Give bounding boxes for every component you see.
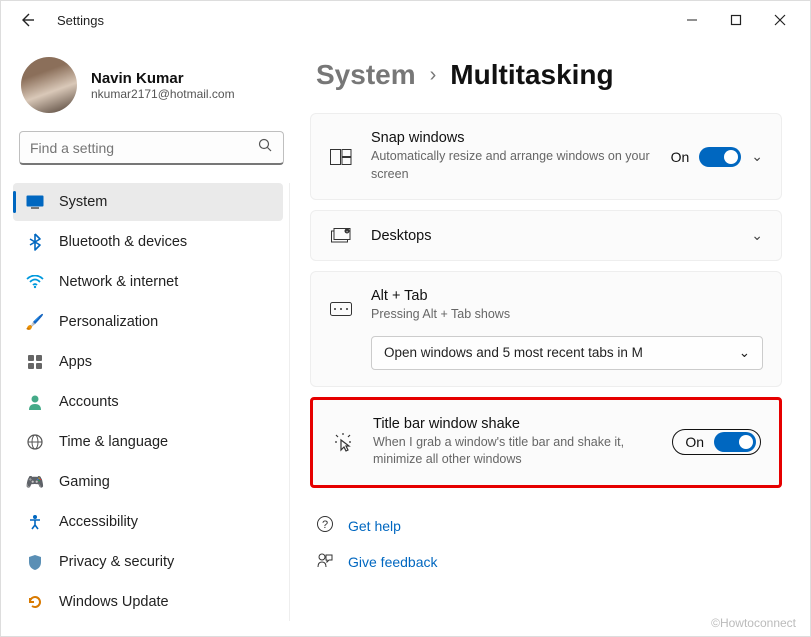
sidebar-item-label: Accessibility	[59, 514, 138, 530]
bluetooth-icon	[25, 232, 45, 252]
sidebar-item-label: Privacy & security	[59, 554, 174, 570]
accessibility-icon	[25, 512, 45, 532]
gaming-icon: 🎮	[25, 472, 45, 492]
sidebar-item-accessibility[interactable]: Accessibility	[13, 503, 283, 541]
shake-toggle[interactable]	[714, 432, 756, 452]
breadcrumb-parent[interactable]: System	[316, 59, 416, 91]
desktops-card[interactable]: + Desktops ⌄	[310, 210, 782, 261]
minimize-button[interactable]	[670, 2, 714, 38]
search-input[interactable]	[30, 140, 258, 156]
chevron-down-icon[interactable]: ⌄	[751, 227, 763, 244]
search-box[interactable]	[19, 131, 284, 165]
alttab-icon	[329, 302, 353, 316]
app-title: Settings	[57, 13, 104, 28]
shield-icon	[25, 552, 45, 572]
sidebar-item-gaming[interactable]: 🎮 Gaming	[13, 463, 283, 501]
sidebar-item-bluetooth[interactable]: Bluetooth & devices	[13, 223, 283, 261]
sidebar-item-label: Accounts	[59, 394, 119, 410]
sidebar-item-label: System	[59, 194, 107, 210]
accounts-icon	[25, 392, 45, 412]
avatar	[21, 57, 77, 113]
back-button[interactable]	[9, 2, 45, 38]
dropdown-value: Open windows and 5 most recent tabs in M	[384, 345, 643, 360]
sidebar-item-label: Apps	[59, 354, 92, 370]
snap-icon	[329, 149, 353, 165]
sidebar-item-accounts[interactable]: Accounts	[13, 383, 283, 421]
feedback-row[interactable]: Give feedback	[316, 544, 776, 580]
wifi-icon	[25, 272, 45, 292]
card-desc: Automatically resize and arrange windows…	[371, 148, 653, 183]
help-icon: ?	[316, 515, 334, 536]
feedback-icon	[316, 551, 334, 572]
sidebar-item-privacy[interactable]: Privacy & security	[13, 543, 283, 581]
sidebar-item-update[interactable]: Windows Update	[13, 583, 283, 621]
sidebar-item-system[interactable]: System	[13, 183, 283, 221]
profile-email: nkumar2171@hotmail.com	[91, 87, 235, 101]
chevron-down-icon[interactable]: ⌄	[751, 148, 763, 165]
watermark: ©Howtoconnect	[711, 616, 796, 630]
title-bar-shake-card[interactable]: Title bar window shake When I grab a win…	[310, 397, 782, 488]
nav-list: System Bluetooth & devices Network & int…	[13, 183, 290, 621]
apps-icon	[25, 352, 45, 372]
chevron-right-icon: ›	[430, 64, 437, 87]
svg-text:?: ?	[322, 519, 328, 531]
snap-windows-card[interactable]: Snap windows Automatically resize and ar…	[310, 113, 782, 200]
sidebar-item-personalization[interactable]: 🖌️ Personalization	[13, 303, 283, 341]
update-icon	[25, 592, 45, 612]
brush-icon: 🖌️	[25, 312, 45, 332]
sidebar-item-label: Gaming	[59, 474, 110, 490]
feedback-link[interactable]: Give feedback	[348, 554, 438, 570]
alttab-card: Alt + Tab Pressing Alt + Tab shows Open …	[310, 271, 782, 387]
get-help-link[interactable]: Get help	[348, 518, 401, 534]
card-desc: When I grab a window's title bar and sha…	[373, 434, 654, 469]
globe-icon	[25, 432, 45, 452]
profile[interactable]: Navin Kumar nkumar2171@hotmail.com	[13, 53, 290, 131]
shake-icon	[331, 432, 355, 452]
card-title: Title bar window shake	[373, 416, 654, 432]
desktops-icon: +	[329, 228, 353, 244]
page-title: Multitasking	[450, 59, 613, 91]
maximize-button[interactable]	[714, 2, 758, 38]
card-title: Alt + Tab	[371, 288, 763, 304]
profile-name: Navin Kumar	[91, 70, 235, 87]
sidebar-item-label: Time & language	[59, 434, 168, 450]
card-title: Desktops	[371, 228, 733, 244]
sidebar-item-apps[interactable]: Apps	[13, 343, 283, 381]
shake-toggle-pill[interactable]: On	[672, 429, 761, 455]
system-icon	[25, 192, 45, 212]
sidebar: Navin Kumar nkumar2171@hotmail.com Syste…	[1, 39, 296, 636]
card-desc: Pressing Alt + Tab shows	[371, 306, 763, 324]
sidebar-item-label: Personalization	[59, 314, 158, 330]
close-button[interactable]	[758, 2, 802, 38]
alttab-dropdown[interactable]: Open windows and 5 most recent tabs in M…	[371, 336, 763, 370]
card-title: Snap windows	[371, 130, 653, 146]
search-icon	[258, 138, 273, 158]
sidebar-item-label: Network & internet	[59, 274, 178, 290]
content-area: System › Multitasking Snap windows Autom…	[296, 39, 810, 636]
sidebar-item-label: Bluetooth & devices	[59, 234, 187, 250]
chevron-down-icon: ⌄	[739, 345, 750, 361]
get-help-row[interactable]: ? Get help	[316, 508, 776, 544]
toggle-state: On	[671, 149, 690, 165]
sidebar-item-time[interactable]: Time & language	[13, 423, 283, 461]
sidebar-item-network[interactable]: Network & internet	[13, 263, 283, 301]
sidebar-item-label: Windows Update	[59, 594, 169, 610]
breadcrumb: System › Multitasking	[310, 59, 782, 91]
toggle-state: On	[685, 434, 704, 450]
snap-toggle[interactable]	[699, 147, 741, 167]
